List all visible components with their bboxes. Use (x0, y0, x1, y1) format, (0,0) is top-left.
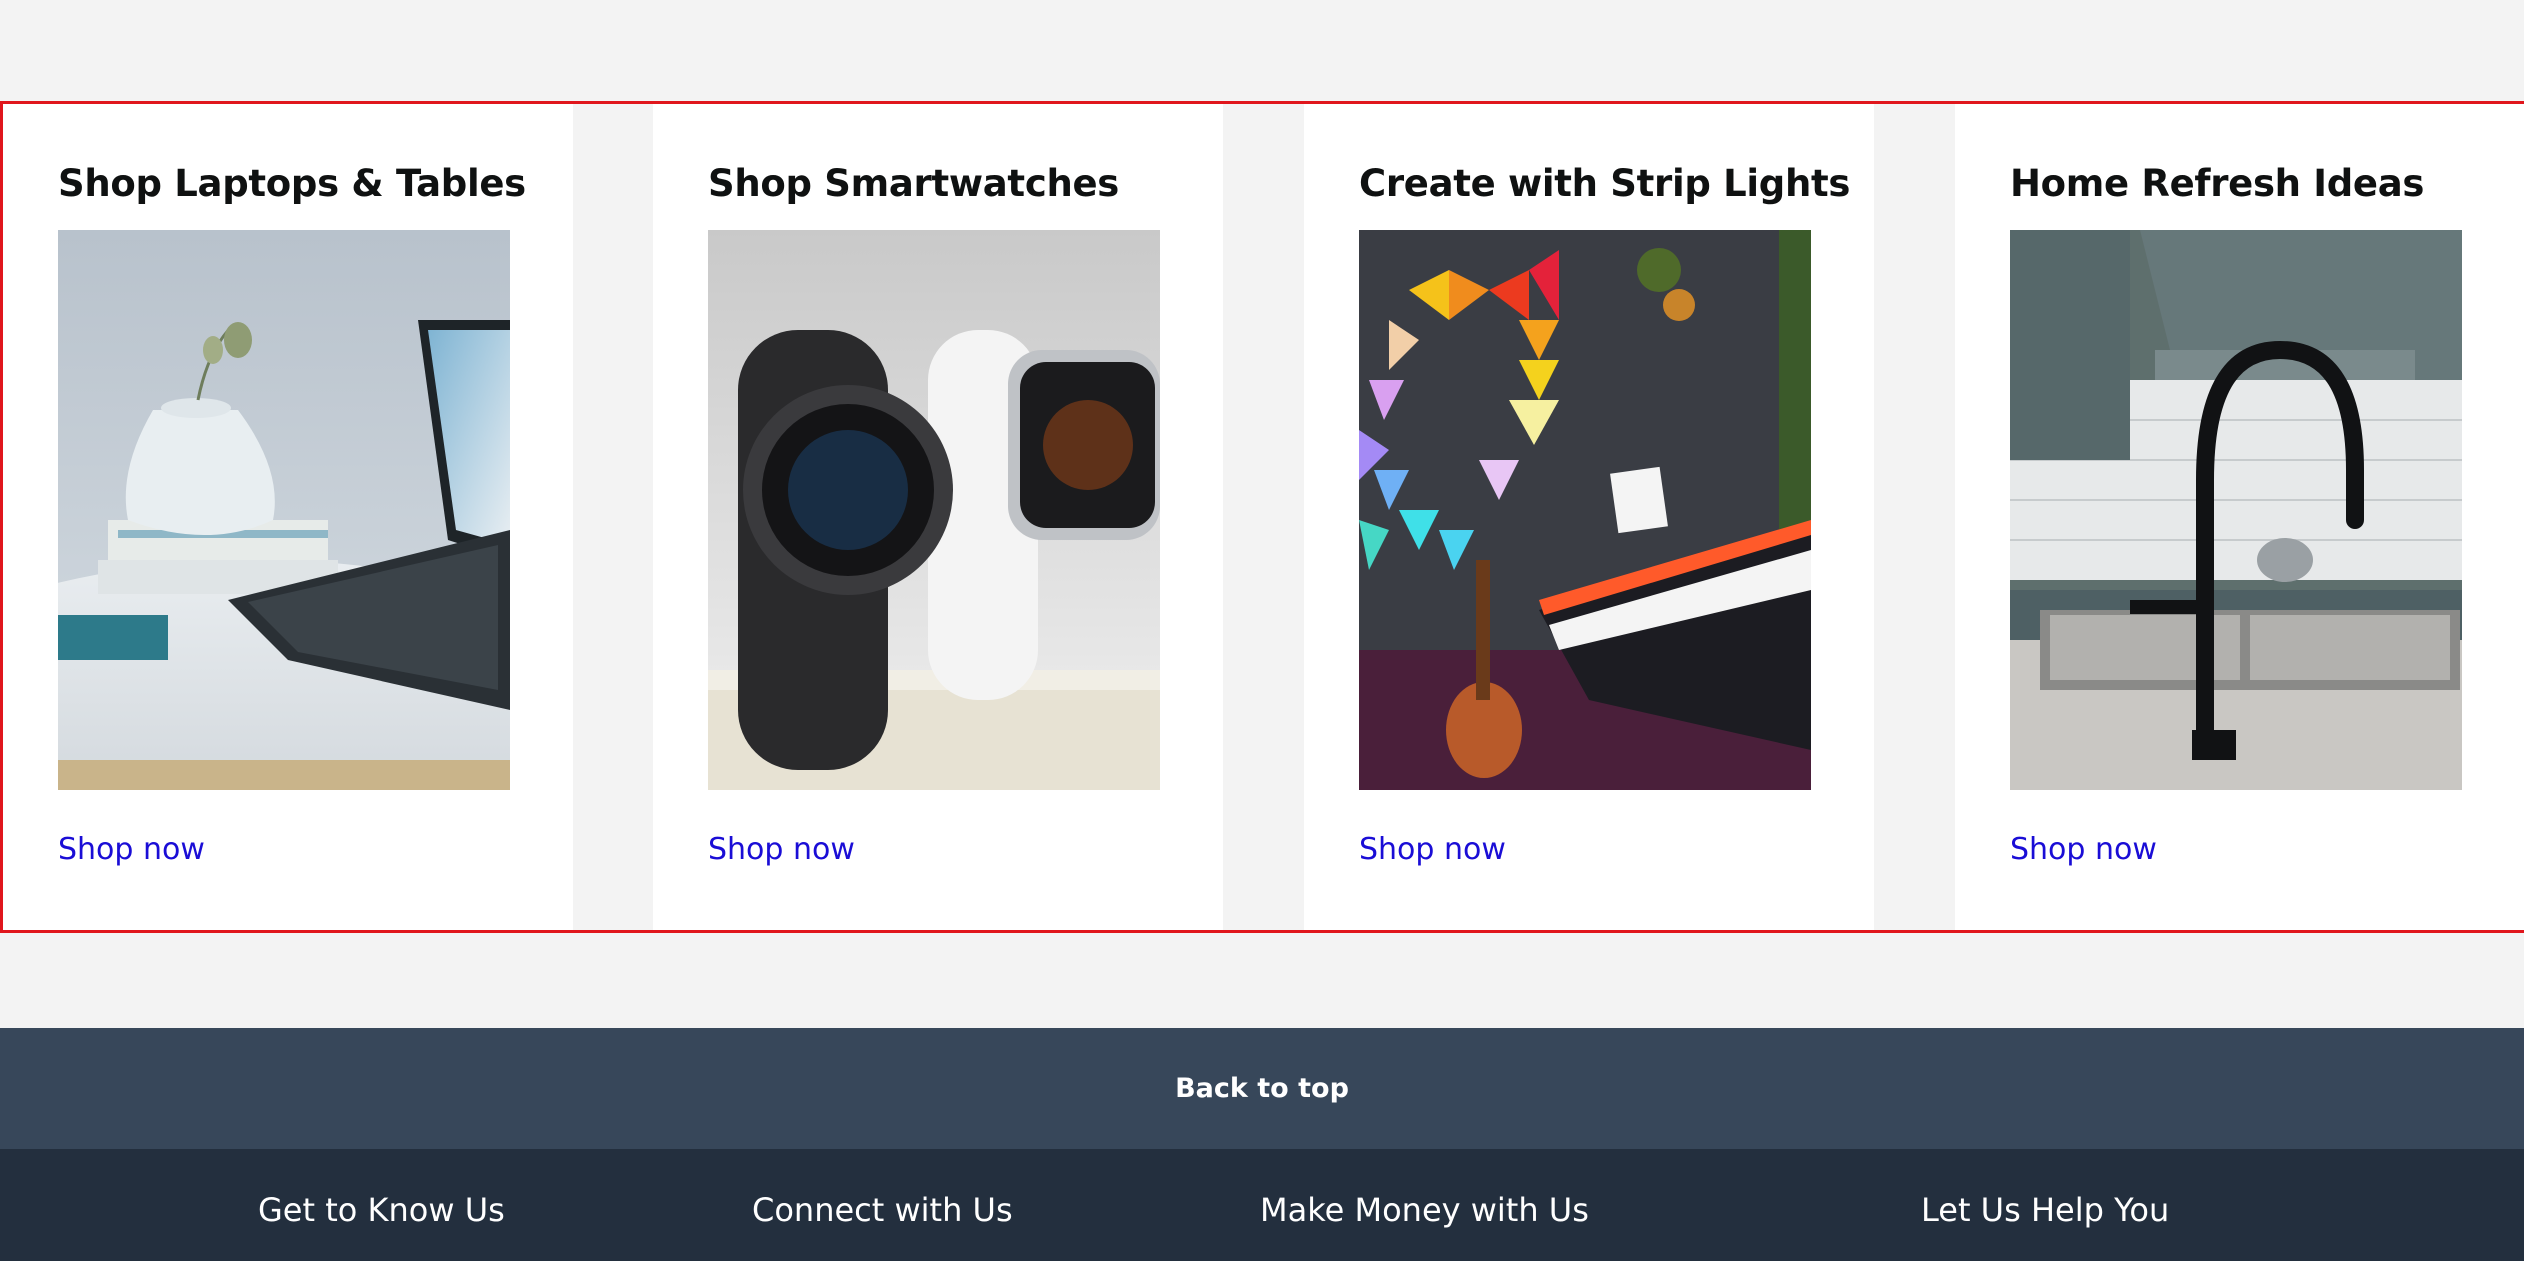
footer-heading-let-us-help-you: Let Us Help You (1921, 1191, 2170, 1229)
shop-now-link[interactable]: Shop now (2010, 832, 2157, 867)
product-cards-section: Shop Laptops & Tables Shop now Shop Smar… (0, 101, 2524, 933)
card-strip-lights: Create with Strip Lights Shop now (1304, 104, 1874, 930)
card-title: Create with Strip Lights (1359, 162, 1851, 205)
shop-now-link[interactable]: Shop now (1359, 832, 1506, 867)
card-smartwatches: Shop Smartwatches Shop now (653, 104, 1223, 930)
shop-now-link[interactable]: Shop now (58, 832, 205, 867)
footer-heading-connect-with-us: Connect with Us (752, 1191, 1013, 1229)
shop-now-link[interactable]: Shop now (708, 832, 855, 867)
card-title: Shop Smartwatches (708, 162, 1120, 205)
laptop-image[interactable] (58, 230, 510, 790)
footer-heading-get-to-know-us: Get to Know Us (258, 1191, 505, 1229)
card-title: Home Refresh Ideas (2010, 162, 2425, 205)
footer-heading-make-money-with-us: Make Money with Us (1260, 1191, 1589, 1229)
back-to-top-label: Back to top (1175, 1073, 1349, 1104)
card-laptops: Shop Laptops & Tables Shop now (3, 104, 573, 930)
strip-lights-image[interactable] (1359, 230, 1811, 790)
smartwatch-image[interactable] (708, 230, 1160, 790)
kitchen-faucet-image[interactable] (2010, 230, 2462, 790)
back-to-top-button[interactable]: Back to top (0, 1028, 2524, 1149)
card-home-refresh: Home Refresh Ideas Shop now (1955, 104, 2524, 930)
footer: Get to Know Us Connect with Us Make Mone… (0, 1149, 2524, 1261)
card-title: Shop Laptops & Tables (58, 162, 526, 205)
